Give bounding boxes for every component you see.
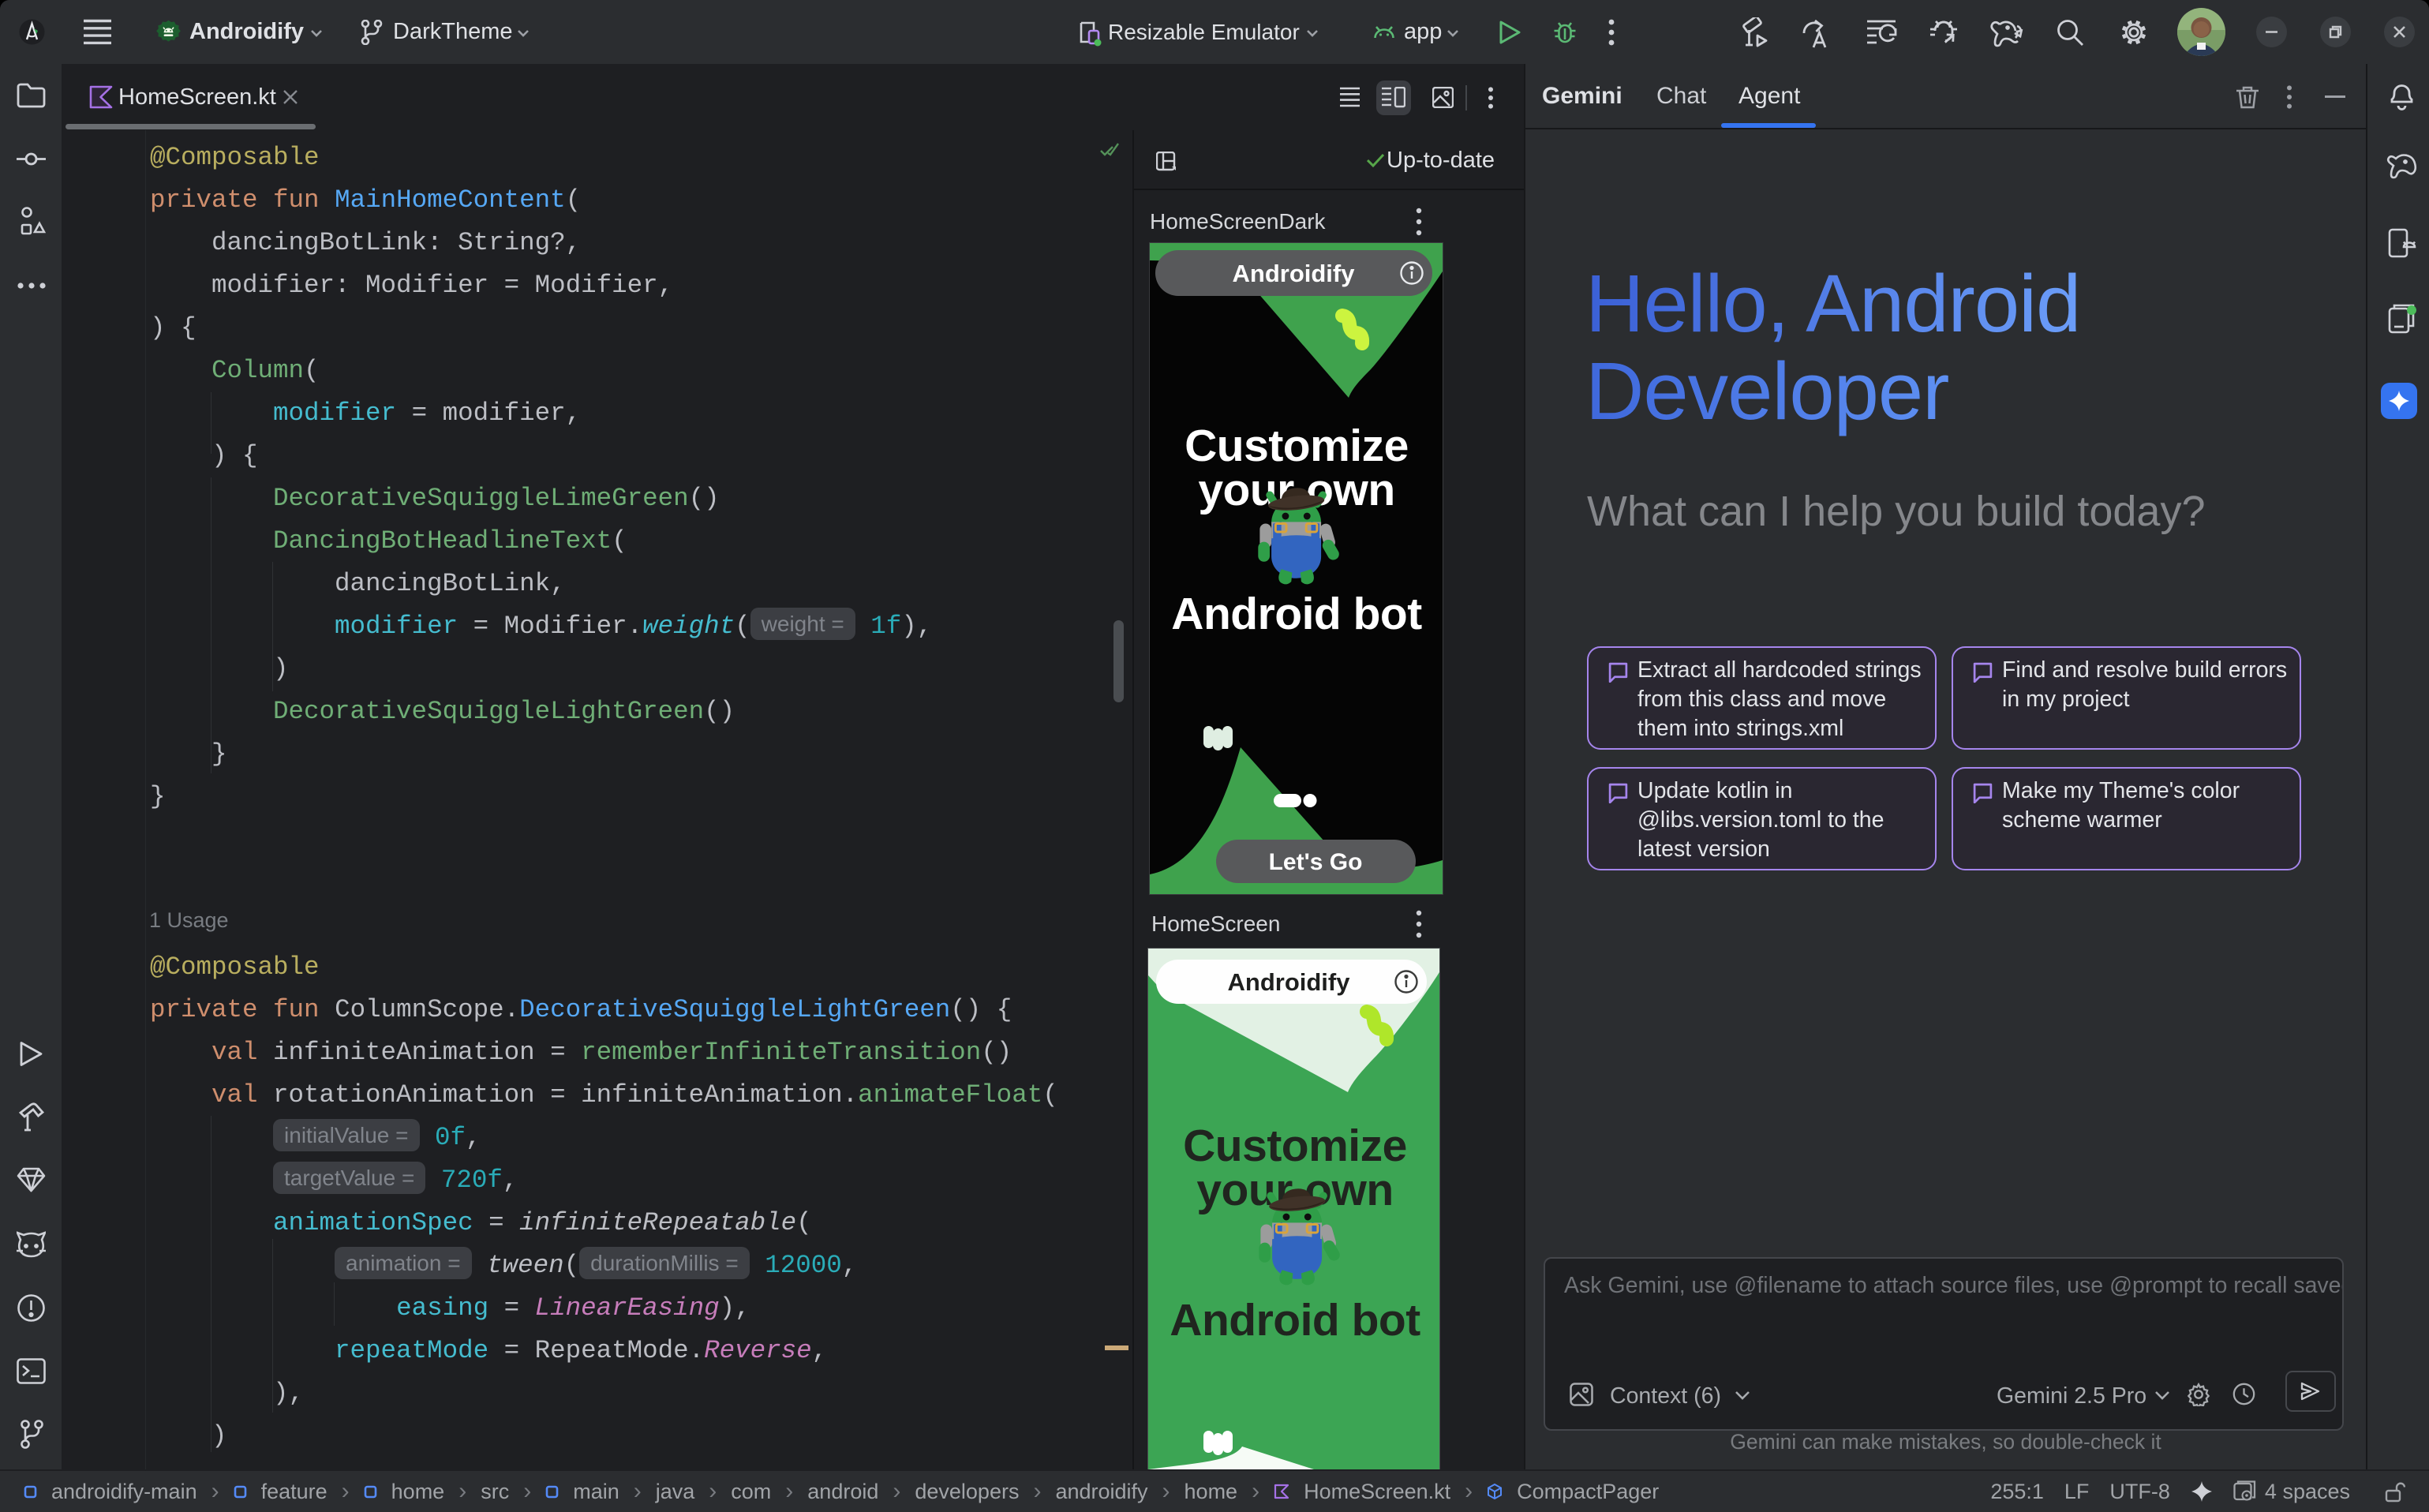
svg-text:Androidify: Androidify [1228, 968, 1351, 996]
svg-text:Android bot: Android bot [1171, 589, 1422, 639]
svg-text:Customize: Customize [1185, 421, 1409, 471]
svg-text:Androidify: Androidify [1233, 260, 1356, 287]
svg-text:Android bot: Android bot [1170, 1295, 1420, 1345]
svg-text:Customize: Customize [1183, 1121, 1407, 1171]
svg-text:Let's Go: Let's Go [1269, 849, 1363, 875]
